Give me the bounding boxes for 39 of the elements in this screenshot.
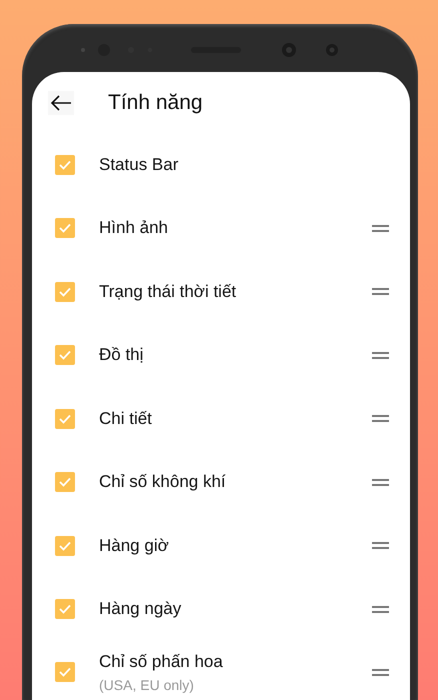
checkbox[interactable]: [55, 282, 75, 302]
feature-label: Hàng giờ: [99, 536, 170, 556]
checkmark-icon: [58, 158, 72, 171]
back-arrow-icon: [50, 94, 72, 110]
drag-handle-icon[interactable]: [372, 288, 389, 296]
feature-label: Chỉ số không khí: [99, 472, 227, 492]
drag-handle-icon[interactable]: [372, 542, 389, 550]
feature-label: Chỉ số phấn hoa: [99, 652, 224, 672]
drag-handle-icon[interactable]: [372, 606, 389, 613]
drag-handle-icon[interactable]: [372, 224, 389, 232]
checkbox[interactable]: [55, 408, 75, 429]
feature-label: Hàng ngày: [99, 599, 182, 620]
feature-label: Đồ thị: [99, 345, 144, 366]
back-button[interactable]: [48, 90, 74, 114]
checkmark-icon: [58, 603, 72, 616]
drag-handle-icon[interactable]: [372, 478, 389, 486]
drag-handle-icon[interactable]: [372, 415, 389, 422]
checkbox[interactable]: [55, 536, 75, 556]
checkbox[interactable]: [55, 154, 75, 175]
feature-label: Chi tiết: [99, 408, 153, 429]
feature-label: Hình ảnh: [99, 218, 169, 238]
checkmark-icon: [58, 540, 72, 552]
checkbox[interactable]: [55, 472, 75, 492]
checkmark-icon: [58, 412, 72, 425]
checkmark-icon: [58, 222, 72, 234]
checkmark-icon: [58, 666, 72, 678]
drag-handle-icon[interactable]: [372, 668, 389, 676]
checkmark-icon: [58, 286, 72, 298]
screen-title: Tính năng: [108, 90, 203, 114]
checkbox[interactable]: [55, 345, 75, 366]
checkbox[interactable]: [55, 218, 75, 238]
feature-label: Trạng thái thời tiết: [99, 282, 238, 302]
checkbox[interactable]: [55, 662, 75, 682]
feature-label: Status Bar: [99, 154, 180, 175]
checkbox[interactable]: [55, 599, 75, 620]
checkmark-icon: [58, 476, 72, 488]
feature-note: (USA, EU only): [99, 676, 195, 692]
drag-handle-icon[interactable]: [372, 352, 389, 359]
checkmark-icon: [58, 349, 72, 362]
